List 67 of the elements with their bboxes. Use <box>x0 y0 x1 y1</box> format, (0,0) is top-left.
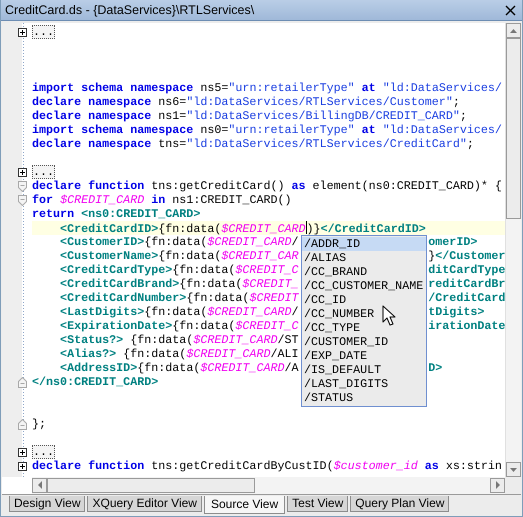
code-fragment: reditCardBr <box>428 277 506 291</box>
scroll-up-icon[interactable] <box>509 28 518 34</box>
code-fragment: }</Customer <box>428 249 506 263</box>
scroll-down-icon[interactable] <box>509 466 518 472</box>
autocomplete-item[interactable]: /ALIAS <box>302 251 426 265</box>
close-icon[interactable] <box>505 4 516 16</box>
autocomplete-item[interactable]: /LAST_DIGITS <box>302 377 426 391</box>
autocomplete-item[interactable]: /STATUS <box>302 391 426 405</box>
fold-start-icon[interactable] <box>18 180 27 192</box>
fold-end-icon[interactable] <box>18 376 27 388</box>
autocomplete-item[interactable]: /ADDR_ID <box>302 237 426 251</box>
code-line: <AddressID>{fn:data($CREDIT_CARD/A <box>59 361 299 375</box>
code-fragment: irationDate <box>428 319 506 333</box>
horizontal-scrollbar[interactable] <box>32 477 505 494</box>
autocomplete-item[interactable]: /CC_TYPE <box>302 321 426 335</box>
expand-icon[interactable] <box>18 28 27 36</box>
expand-icon[interactable] <box>18 462 27 470</box>
autocomplete-item[interactable]: /IS_DEFAULT <box>302 363 426 377</box>
code-line: <CreditCardID>{fn:data($CREDIT_CARD)}</CreditCardID> <box>59 221 426 236</box>
code-line: declare namespace ns1="ld:DataServices/BillingDB/CREDIT_CARD"; <box>32 109 467 123</box>
collapsed-code-marker[interactable]: ... <box>32 25 56 39</box>
scroll-right-icon[interactable] <box>494 481 500 490</box>
code-line: import schema namespace ns5="urn:retailerType" at "ld:DataServices/ <box>32 81 502 95</box>
code-fragment: D> <box>428 361 442 375</box>
mouse-pointer-icon <box>382 305 397 327</box>
code-line: <CustomerName>{fn:data($CREDIT_CAR <box>59 249 299 263</box>
code-fragment: ditCardType <box>428 263 506 277</box>
code-line: return <ns0:CREDIT_CARD> <box>32 207 200 221</box>
code-line: <Alias?> {fn:data($CREDIT_CARD/ALI <box>59 347 299 361</box>
code-line: <CreditCardNumber>{fn:data($CREDIT <box>59 291 299 305</box>
expand-icon[interactable] <box>18 448 27 456</box>
view-tab[interactable]: Source View <box>204 496 286 514</box>
window-title: CreditCard.ds - {DataServices}\RTLServices\ <box>5 3 256 17</box>
code-line: import schema namespace ns0="urn:retailerType" at "ld:DataServices/ <box>32 123 502 137</box>
scroll-left-icon[interactable] <box>36 481 42 490</box>
collapsed-code-marker[interactable]: ... <box>32 165 56 179</box>
code-line: <Status?> {fn:data($CREDIT_CARD/ST <box>59 333 299 347</box>
vertical-scrollbar[interactable] <box>505 23 521 477</box>
autocomplete-item[interactable]: /CUSTOMER_ID <box>302 335 426 349</box>
code-line: <ExpirationDate>{fn:data($CREDIT_C <box>59 319 299 333</box>
code-line: declare namespace tns="ld:DataServices/RTLServices/CreditCard"; <box>32 137 474 151</box>
code-line: <CreditCardType>{fn:data($CREDIT_C <box>59 263 299 277</box>
code-line: <CreditCardBrand>{fn:data($CREDIT_ <box>59 277 299 291</box>
code-line: for $CREDIT_CARD in ns1:CREDIT_CARD() <box>32 193 292 207</box>
code-fragment: /CreditCard <box>428 291 506 305</box>
view-tab[interactable]: Query Plan View <box>350 496 450 512</box>
code-line: declare function tns:getCreditCard() as element(ns0:CREDIT_CARD)* { <box>32 179 502 193</box>
collapsed-code-marker[interactable]: ... <box>32 445 56 459</box>
code-line: </ns0:CREDIT_CARD> <box>32 375 158 389</box>
fold-start-icon[interactable] <box>18 194 27 206</box>
code-line: declare function tns:getCreditCardByCustID($customer_id as xs:strin <box>32 459 502 473</box>
code-line: <LastDigits>{fn:data($CREDIT_CARD/ <box>59 305 299 319</box>
code-line: }; <box>32 417 46 431</box>
code-line: declare namespace ns6="ld:DataServices/RTLServices/Customer"; <box>32 95 460 109</box>
code-fragment: tDigits> <box>428 305 484 319</box>
expand-icon[interactable] <box>18 168 27 176</box>
view-tab[interactable]: Test View <box>287 496 348 512</box>
view-tab[interactable]: Design View <box>9 496 86 512</box>
autocomplete-item[interactable]: /CC_BRAND <box>302 265 426 279</box>
autocomplete-item[interactable]: /EXP_DATE <box>302 349 426 363</box>
autocomplete-item[interactable]: /CC_NUMBER <box>302 307 426 321</box>
code-line: <CustomerID>{fn:data($CREDIT_CARD/ <box>59 235 299 249</box>
view-tab[interactable]: XQuery Editor View <box>87 496 202 512</box>
fold-end-icon[interactable] <box>18 418 27 430</box>
autocomplete-item[interactable]: /CC_CUSTOMER_NAME <box>302 279 426 293</box>
code-fragment: omerID> <box>428 235 478 249</box>
autocomplete-item[interactable]: /CC_ID <box>302 293 426 307</box>
